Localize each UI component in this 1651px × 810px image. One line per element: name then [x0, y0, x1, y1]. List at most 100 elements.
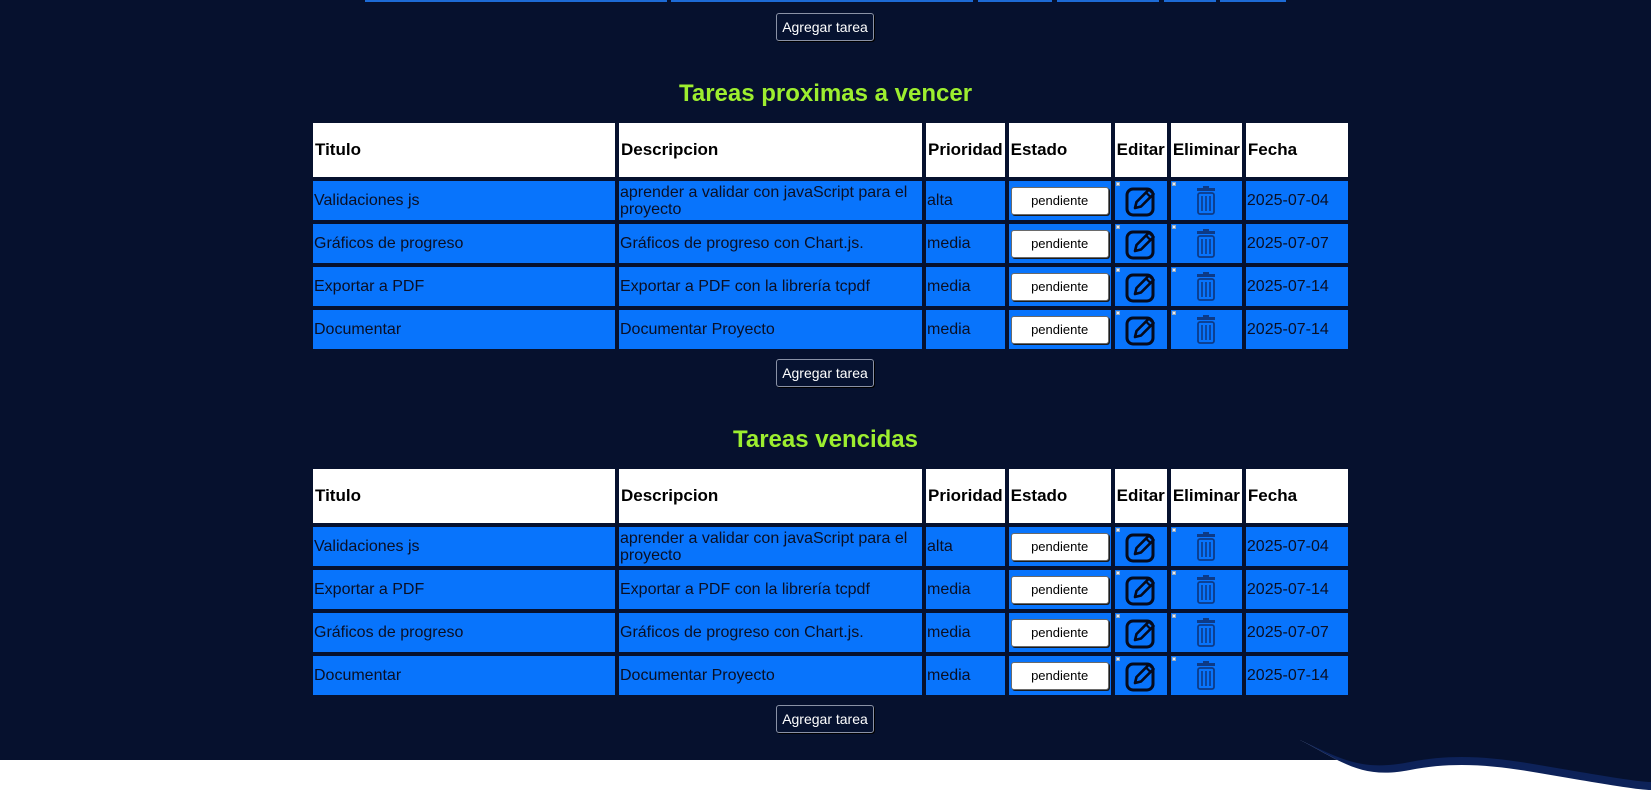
edit-icon[interactable] — [1124, 313, 1158, 347]
broken-image-marker — [1115, 311, 1120, 315]
broken-image-marker — [1115, 225, 1120, 229]
task-description: aprender a validar con javaScript para e… — [619, 181, 922, 220]
trash-icon[interactable] — [1193, 271, 1219, 302]
edit-icon[interactable] — [1124, 270, 1158, 304]
edit-cell — [1114, 570, 1167, 609]
task-date: 2025-07-04 — [1245, 527, 1348, 566]
task-status-cell: pendiente — [1008, 267, 1111, 306]
edit-icon[interactable] — [1124, 530, 1158, 564]
task-priority: alta — [926, 527, 1005, 566]
task-status-cell: pendiente — [1008, 527, 1111, 566]
broken-image-marker — [1171, 528, 1176, 532]
task-date: 2025-07-07 — [1245, 613, 1348, 652]
table-row: Gráficos de progreso Gráficos de progreso… — [313, 613, 1348, 652]
column-header-prioridad: Prioridad — [926, 469, 1005, 523]
status-button[interactable]: pendiente — [1010, 661, 1109, 690]
edit-icon[interactable] — [1124, 659, 1158, 693]
column-header-titulo: Titulo — [313, 123, 615, 177]
section-title-upcoming: Tareas proximas a vencer — [678, 80, 973, 107]
task-status-cell: pendiente — [1008, 570, 1111, 609]
task-description: Gráficos de progreso con Chart.js. — [619, 613, 922, 652]
task-priority: media — [926, 267, 1005, 306]
table-row: Gráficos de progreso Gráficos de progreso… — [313, 224, 1348, 263]
task-priority: media — [926, 613, 1005, 652]
add-task-button[interactable]: Agregar tarea — [776, 13, 874, 41]
previous-table-edge — [671, 0, 973, 2]
edit-cell — [1114, 613, 1167, 652]
column-header-eliminar: Eliminar — [1170, 469, 1242, 523]
task-title: Validaciones js — [313, 181, 615, 220]
task-description: aprender a validar con javaScript para e… — [619, 527, 922, 566]
section-title-overdue: Tareas vencidas — [732, 426, 918, 453]
broken-image-marker — [1171, 225, 1176, 229]
status-button[interactable]: pendiente — [1010, 315, 1109, 344]
delete-cell — [1170, 527, 1242, 566]
trash-icon[interactable] — [1193, 531, 1219, 562]
status-button[interactable]: pendiente — [1010, 575, 1109, 604]
task-description: Documentar Proyecto — [619, 656, 922, 695]
task-priority: media — [926, 570, 1005, 609]
edit-icon[interactable] — [1124, 184, 1158, 218]
edit-cell — [1114, 224, 1167, 263]
status-button[interactable]: pendiente — [1010, 618, 1109, 647]
add-task-button[interactable]: Agregar tarea — [776, 359, 874, 387]
task-title: Validaciones js — [313, 527, 615, 566]
task-description: Exportar a PDF con la librería tcpdf — [619, 267, 922, 306]
column-header-descripcion: Descripcion — [619, 469, 922, 523]
edit-icon[interactable] — [1124, 616, 1158, 650]
table-row: Exportar a PDF Exportar a PDF con la libr… — [313, 570, 1348, 609]
task-title: Exportar a PDF — [313, 570, 615, 609]
edit-cell — [1114, 527, 1167, 566]
footer-wave — [0, 740, 1651, 810]
trash-icon[interactable] — [1193, 314, 1219, 345]
upcoming-tasks-table: Titulo Descripcion Prioridad Estado Editar El… — [309, 119, 1352, 353]
task-title: Documentar — [313, 656, 615, 695]
delete-cell — [1170, 310, 1242, 349]
task-priority: media — [926, 224, 1005, 263]
column-header-prioridad: Prioridad — [926, 123, 1005, 177]
broken-image-marker — [1115, 614, 1120, 618]
add-task-button[interactable]: Agregar tarea — [776, 705, 874, 733]
trash-icon[interactable] — [1193, 185, 1219, 216]
table-row: Exportar a PDF Exportar a PDF con la libr… — [313, 267, 1348, 306]
broken-image-marker — [1115, 182, 1120, 186]
broken-image-marker — [1171, 311, 1176, 315]
delete-cell — [1170, 181, 1242, 220]
edit-icon[interactable] — [1124, 227, 1158, 261]
table-header-row: Titulo Descripcion Prioridad Estado Editar El… — [313, 123, 1348, 177]
task-date: 2025-07-04 — [1245, 181, 1348, 220]
task-date: 2025-07-14 — [1245, 656, 1348, 695]
trash-icon[interactable] — [1193, 228, 1219, 259]
column-header-editar: Editar — [1114, 123, 1167, 177]
column-header-descripcion: Descripcion — [619, 123, 922, 177]
status-button[interactable]: pendiente — [1010, 272, 1109, 301]
status-button[interactable]: pendiente — [1010, 186, 1109, 215]
trash-icon[interactable] — [1193, 574, 1219, 605]
task-title: Gráficos de progreso — [313, 613, 615, 652]
table-row: Validaciones js aprender a validar con ja… — [313, 181, 1348, 220]
edit-cell — [1114, 310, 1167, 349]
status-button[interactable]: pendiente — [1010, 229, 1109, 258]
status-button[interactable]: pendiente — [1010, 532, 1109, 561]
broken-image-marker — [1171, 268, 1176, 272]
broken-image-marker — [1171, 657, 1176, 661]
task-status-cell: pendiente — [1008, 656, 1111, 695]
task-priority: media — [926, 310, 1005, 349]
broken-image-marker — [1115, 657, 1120, 661]
previous-table-edge — [1220, 0, 1286, 2]
delete-cell — [1170, 656, 1242, 695]
column-header-fecha: Fecha — [1245, 123, 1348, 177]
task-date: 2025-07-14 — [1245, 570, 1348, 609]
broken-image-marker — [1115, 571, 1120, 575]
trash-icon[interactable] — [1193, 660, 1219, 691]
broken-image-marker — [1115, 268, 1120, 272]
column-header-eliminar: Eliminar — [1170, 123, 1242, 177]
table-header-row: Titulo Descripcion Prioridad Estado Editar El… — [313, 469, 1348, 523]
table-row: Documentar Documentar Proyecto media pendie… — [313, 310, 1348, 349]
edit-icon[interactable] — [1124, 573, 1158, 607]
overdue-tasks-table: Titulo Descripcion Prioridad Estado Editar El… — [309, 465, 1352, 699]
delete-cell — [1170, 613, 1242, 652]
trash-icon[interactable] — [1193, 617, 1219, 648]
delete-cell — [1170, 267, 1242, 306]
task-priority: alta — [926, 181, 1005, 220]
